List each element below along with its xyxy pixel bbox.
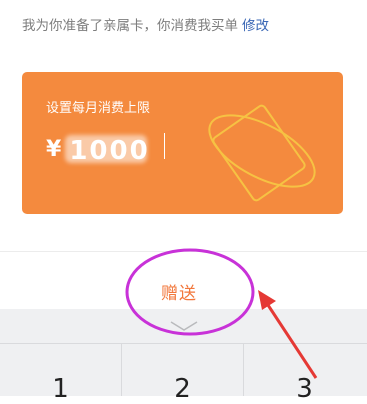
privacy-blur	[65, 134, 148, 163]
numeric-keyboard: 1 2 3	[0, 309, 367, 404]
key-2[interactable]: 2	[122, 344, 243, 404]
hint-text: 我为你准备了亲属卡，你消费我买单 修改	[22, 15, 352, 37]
card-limit-label: 设置每月消费上限	[46, 101, 151, 116]
family-card: 设置每月消费上限 ¥ 1000	[22, 72, 343, 214]
gift-button[interactable]: 赠送	[161, 279, 197, 304]
hint-message: 我为你准备了亲属卡，你消费我买单	[22, 18, 238, 34]
card-decoration-icon	[208, 104, 316, 202]
section-divider	[0, 251, 367, 252]
chevron-down-icon[interactable]	[168, 319, 200, 333]
key-3[interactable]: 3	[244, 344, 365, 404]
text-caret	[163, 132, 166, 159]
amount-input[interactable]: 1000	[65, 132, 166, 166]
key-1[interactable]: 1	[0, 344, 121, 404]
currency-symbol: ¥	[46, 136, 62, 162]
amount-row: ¥ 1000	[46, 132, 166, 166]
edit-link[interactable]: 修改	[242, 18, 269, 34]
